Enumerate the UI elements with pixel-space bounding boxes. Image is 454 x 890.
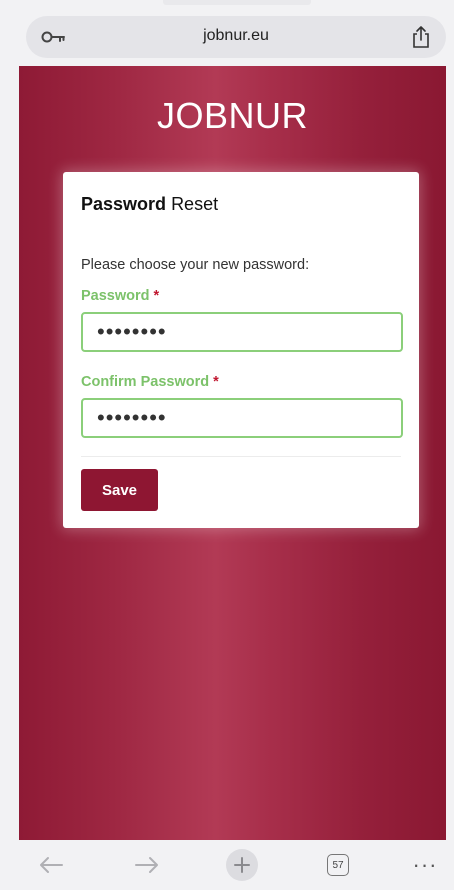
share-icon[interactable] bbox=[410, 25, 432, 49]
password-reset-card: Password Reset Please choose your new pa… bbox=[63, 172, 419, 528]
tabs-icon[interactable]: 57 bbox=[327, 854, 349, 876]
card-title: Password Reset bbox=[81, 194, 218, 215]
required-marker: * bbox=[153, 288, 160, 304]
confirm-password-input[interactable]: •••••••• bbox=[81, 398, 403, 438]
card-title-bold: Password bbox=[81, 194, 167, 214]
browser-toolbar: 57 ··· bbox=[0, 840, 454, 890]
plus-icon[interactable] bbox=[226, 849, 258, 881]
required-marker: * bbox=[213, 374, 219, 390]
card-title-normal: Reset bbox=[171, 194, 219, 214]
url-text[interactable]: jobnur.eu bbox=[26, 27, 446, 45]
password-label-text: Password bbox=[81, 288, 150, 304]
save-button[interactable]: Save bbox=[81, 469, 158, 511]
forward-arrow-icon[interactable] bbox=[130, 848, 164, 882]
brand-title: JOBNUR bbox=[156, 95, 308, 136]
password-input[interactable]: •••••••• bbox=[81, 312, 403, 352]
address-bar[interactable]: jobnur.eu bbox=[26, 16, 446, 58]
confirm-password-label-text: Confirm Password bbox=[81, 374, 210, 390]
instructions-text: Please choose your new password: bbox=[81, 257, 310, 273]
top-handle bbox=[163, 0, 311, 5]
more-icon[interactable]: ··· bbox=[408, 848, 442, 882]
back-arrow-icon[interactable] bbox=[34, 848, 68, 882]
password-label: Password * bbox=[81, 288, 159, 304]
web-content: JOBNUR Password Reset Please choose your… bbox=[19, 66, 446, 840]
confirm-password-label: Confirm Password * bbox=[81, 374, 219, 390]
divider bbox=[81, 456, 401, 457]
new-tab-button[interactable] bbox=[225, 848, 259, 882]
tabs-button[interactable]: 57 bbox=[321, 848, 355, 882]
screen: jobnur.eu JOBNUR Password Reset Please c… bbox=[0, 0, 454, 890]
